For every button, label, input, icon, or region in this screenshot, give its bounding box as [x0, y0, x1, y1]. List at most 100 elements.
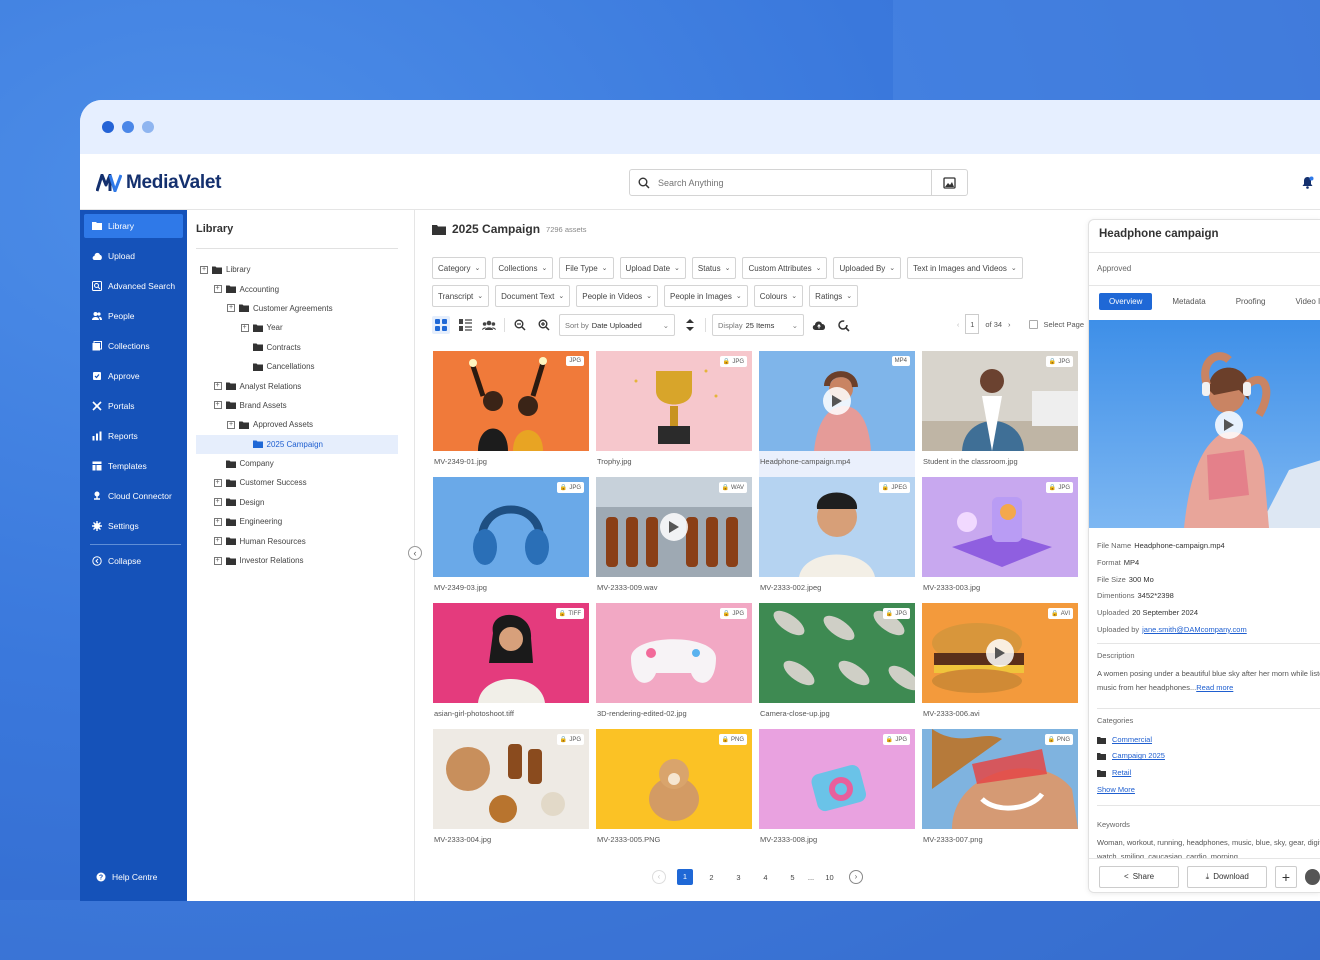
sidebar-item-templates[interactable]: Templates — [84, 454, 183, 478]
sidebar-item-portals[interactable]: Portals — [84, 394, 183, 418]
expand-toggle-icon[interactable]: + — [213, 285, 222, 294]
sidebar-item-reports[interactable]: Reports — [84, 424, 183, 448]
expand-toggle-icon[interactable]: + — [213, 537, 222, 546]
window-dot-minimize[interactable] — [122, 121, 134, 133]
expand-toggle-icon[interactable]: + — [200, 265, 208, 274]
tree-node[interactable]: + Investor Relations — [196, 551, 398, 570]
tree-node[interactable]: + Design — [196, 493, 398, 512]
tree-node[interactable]: + Year — [196, 318, 398, 337]
sidebar-item-upload[interactable]: Upload — [84, 244, 183, 268]
expand-toggle-icon[interactable]: + — [213, 556, 222, 565]
tree-node[interactable]: + Human Resources — [196, 531, 398, 550]
expand-toggle-icon[interactable]: + — [227, 420, 235, 429]
asset-thumbnail[interactable]: JPG — [433, 351, 589, 451]
tree-node[interactable]: + Approved Assets — [196, 415, 398, 434]
asset-card[interactable]: 🔒 JPG MV-2349-03.jpg — [433, 477, 589, 603]
asset-thumbnail[interactable]: 🔒 AVI — [922, 603, 1078, 703]
page-number[interactable]: 10 — [816, 873, 843, 882]
asset-card[interactable]: 🔒 PNG MV-2333-007.png — [922, 729, 1078, 855]
filter-people-in-images[interactable]: People in Images ⌄ — [664, 285, 748, 307]
filter-category[interactable]: Category ⌄ — [432, 257, 487, 279]
tab-proofing[interactable]: Proofing — [1226, 293, 1276, 310]
sidebar-help-centre[interactable]: ? Help Centre — [88, 865, 179, 889]
category-link[interactable]: Retail — [1112, 765, 1131, 781]
people-view-icon[interactable] — [480, 316, 498, 334]
next-page-icon[interactable]: › — [849, 870, 863, 884]
asset-thumbnail[interactable]: 🔒 JPG — [759, 603, 915, 703]
filter-file-type[interactable]: File Type ⌄ — [559, 257, 614, 279]
tab-video-in[interactable]: Video In — [1286, 293, 1320, 310]
tree-node[interactable]: + Brand Assets — [196, 396, 398, 415]
asset-thumbnail[interactable]: 🔒 PNG — [922, 729, 1078, 829]
asset-thumbnail[interactable]: 🔒 JPG — [759, 729, 915, 829]
asset-card[interactable]: 🔒 WAV MV-2333-009.wav — [596, 477, 752, 603]
asset-thumbnail[interactable]: 🔒 WAV — [596, 477, 752, 577]
filter-people-in-videos[interactable]: People in Videos ⌄ — [576, 285, 659, 307]
expand-toggle-icon[interactable]: + — [213, 478, 222, 487]
filter-text-in-images-and-videos[interactable]: Text in Images and Videos ⌄ — [907, 257, 1023, 279]
asset-thumbnail[interactable]: 🔒 JPG — [596, 351, 752, 451]
zoom-in-icon[interactable] — [535, 316, 553, 334]
sidebar-collapse[interactable]: Collapse — [84, 549, 183, 573]
asset-thumbnail[interactable]: 🔒 JPG — [922, 477, 1078, 577]
asset-thumbnail[interactable]: 🔒 JPG — [433, 477, 589, 577]
sidebar-item-cloud-connector[interactable]: Cloud Connector — [84, 484, 183, 508]
brand-logo[interactable]: MediaValet — [96, 172, 222, 194]
notification-bell-icon[interactable] — [1301, 176, 1314, 194]
tree-node[interactable]: Cancellations — [196, 357, 398, 376]
asset-preview[interactable] — [1089, 320, 1320, 528]
tree-node[interactable]: Company — [196, 454, 398, 473]
next-page-icon[interactable]: › — [1008, 320, 1011, 329]
filter-upload-date[interactable]: Upload Date ⌄ — [619, 257, 686, 279]
more-options-icon[interactable] — [1304, 868, 1320, 885]
asset-card[interactable]: MP4 Headphone-campaign.mp4 — [759, 351, 915, 477]
sidebar-item-people[interactable]: People — [84, 304, 183, 328]
window-dot-close[interactable] — [102, 121, 114, 133]
filter-status[interactable]: Status ⌄ — [691, 257, 737, 279]
category-link[interactable]: Commercial — [1112, 732, 1152, 748]
asset-card[interactable]: 🔒 JPG 3D-rendering-edited-02.jpg — [596, 603, 752, 729]
show-more-link[interactable]: Show More — [1097, 785, 1135, 794]
sidebar-item-advanced-search[interactable]: Advanced Search — [84, 274, 183, 298]
sort-direction-icon[interactable] — [681, 316, 699, 334]
add-button[interactable]: + — [1275, 865, 1297, 888]
sidebar-item-settings[interactable]: Settings — [84, 514, 183, 538]
page-number[interactable]: 4 — [752, 873, 779, 882]
tree-node[interactable]: + Analyst Relations — [196, 376, 398, 395]
prev-page-icon[interactable]: ‹ — [652, 870, 666, 884]
asset-card[interactable]: 🔒 AVI MV-2333-006.avi — [922, 603, 1078, 729]
asset-thumbnail[interactable]: 🔒 JPG — [596, 603, 752, 703]
tree-node[interactable]: + Library — [196, 260, 398, 279]
tree-node[interactable]: + Customer Success — [196, 473, 398, 492]
filter-custom-attributes[interactable]: Custom Attributes ⌄ — [742, 257, 828, 279]
page-input[interactable]: 1 — [965, 314, 980, 334]
expand-toggle-icon[interactable]: + — [213, 382, 222, 391]
select-page-checkbox[interactable] — [1028, 319, 1038, 329]
display-select[interactable]: Display 25 Items ⌄ — [712, 314, 804, 336]
grid-view-icon[interactable] — [432, 316, 450, 334]
asset-thumbnail[interactable]: 🔒 TIFF — [433, 603, 589, 703]
cloud-upload-icon[interactable] — [810, 316, 828, 334]
tree-node[interactable]: + Engineering — [196, 512, 398, 531]
zoom-out-icon[interactable] — [511, 316, 529, 334]
play-icon[interactable] — [986, 639, 1014, 667]
tab-overview[interactable]: Overview — [1099, 293, 1153, 310]
asset-card[interactable]: 🔒 JPG MV-2333-003.jpg — [922, 477, 1078, 603]
asset-card[interactable]: 🔒 JPG Trophy.jpg — [596, 351, 752, 477]
asset-card[interactable]: 🔒 JPG MV-2333-008.jpg — [759, 729, 915, 855]
asset-thumbnail[interactable]: MP4 — [759, 351, 915, 451]
asset-card[interactable]: 🔒 JPG Student in the classroom.jpg — [922, 351, 1078, 477]
category-link[interactable]: Campaign 2025 — [1112, 748, 1165, 764]
asset-thumbnail[interactable]: 🔒 JPG — [433, 729, 589, 829]
read-more-link[interactable]: Read more — [1196, 683, 1233, 692]
page-number[interactable]: 1 — [677, 869, 693, 885]
uploaded-by-link[interactable]: jane.smith@DAMcompany.com — [1142, 625, 1247, 634]
expand-toggle-icon[interactable]: + — [213, 498, 222, 507]
tree-node[interactable]: + Accounting — [196, 279, 398, 298]
tab-metadata[interactable]: Metadata — [1162, 293, 1215, 310]
expand-toggle-icon[interactable]: + — [213, 517, 222, 526]
play-icon[interactable] — [1215, 411, 1243, 439]
asset-card[interactable]: 🔒 JPEG MV-2333-002.jpeg — [759, 477, 915, 603]
asset-card[interactable]: 🔒 JPG MV-2333-004.jpg — [433, 729, 589, 855]
asset-thumbnail[interactable]: 🔒 JPG — [922, 351, 1078, 451]
